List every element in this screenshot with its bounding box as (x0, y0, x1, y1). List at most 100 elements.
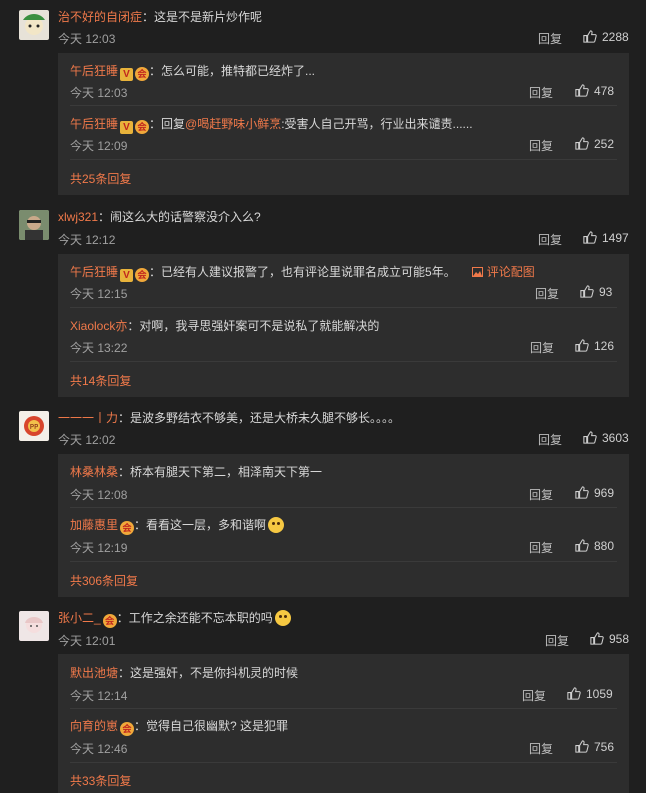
reply-text: 向育的崽会：觉得自己很幽默? 这是犯罪 (70, 719, 289, 736)
more-replies-link[interactable]: 共306条回复 (70, 572, 138, 589)
reply-text: Xiaolock亦：对啊，我寻思强奸案可不是说私了就能解决的 (70, 319, 380, 333)
more-replies-link[interactable]: 共25条回复 (70, 170, 131, 187)
thumbs-up-icon (574, 83, 589, 98)
thumbs-up-icon (574, 136, 589, 151)
member-badge: 会 (135, 120, 150, 134)
reply-button[interactable]: 回复 (529, 137, 553, 154)
svg-text:PP: PP (30, 423, 38, 431)
member-badge: 会 (102, 614, 117, 628)
like-count: 478 (594, 83, 615, 98)
like-count: 126 (594, 338, 615, 353)
like-button[interactable]: 93 (579, 284, 612, 299)
reply-button[interactable]: 回复 (538, 30, 562, 47)
comment-image-link[interactable]: 评论配图 (471, 265, 535, 279)
reply-button[interactable]: 回复 (538, 431, 562, 448)
like-count: 252 (594, 136, 615, 151)
username[interactable]: 午后狂睡 (70, 265, 118, 279)
timestamp: 今天 13:22 (70, 341, 128, 355)
like-count: 969 (594, 485, 615, 500)
member-badge: 会 (135, 67, 150, 81)
reply-button[interactable]: 回复 (538, 231, 562, 248)
thumbs-up-icon (574, 338, 589, 353)
username[interactable]: 午后狂睡 (70, 117, 118, 131)
timestamp: 今天 12:08 (70, 488, 128, 502)
thumbs-up-icon (589, 631, 604, 646)
comment: xlwj321：闹这么大的话警察没介入么? 今天 12:12 回复 1497 午… (0, 200, 646, 402)
username[interactable]: Xiaolock亦 (70, 319, 127, 333)
timestamp: 今天 12:01 (58, 634, 116, 648)
image-icon (471, 267, 483, 277)
like-button[interactable]: 880 (574, 538, 614, 553)
username[interactable]: 加藤惠里 (70, 518, 118, 532)
reply-button[interactable]: 回复 (529, 84, 553, 101)
reply-button[interactable]: 回复 (529, 486, 553, 503)
like-count: 1059 (586, 686, 613, 701)
like-button[interactable]: 958 (589, 631, 629, 646)
divider (70, 361, 617, 362)
member-badge: 会 (120, 722, 135, 736)
username[interactable]: 张小二_ (58, 611, 101, 625)
like-count: 958 (609, 631, 630, 646)
username[interactable]: 默出池塘 (70, 666, 118, 680)
smile-emoji (274, 610, 291, 626)
reply-button[interactable]: 回复 (530, 339, 554, 356)
reply-text: 加藤惠里会：看看这一层，多和谐啊 (70, 516, 285, 535)
reply-button[interactable]: 回复 (535, 285, 559, 302)
timestamp: 今天 12:09 (70, 139, 128, 153)
comment-text: xlwj321：闹这么大的话警察没介入么? (58, 210, 261, 224)
avatar[interactable] (19, 210, 49, 240)
timestamp: 今天 12:19 (70, 541, 128, 555)
comment-text: 一一一丨力：是波多野结衣不够美，还是大桥未久腿不够长。。。。 (58, 411, 401, 425)
reply-text: 午后狂睡 V 会：怎么可能，推特都已经炸了... (70, 64, 316, 81)
like-button[interactable]: 1059 (566, 686, 613, 701)
more-replies-link[interactable]: 共33条回复 (70, 772, 131, 789)
username[interactable]: 午后狂睡 (70, 64, 118, 78)
username[interactable]: 向育的崽 (70, 719, 118, 733)
thumbs-up-icon (582, 230, 597, 245)
reply-button[interactable]: 回复 (522, 687, 546, 704)
avatar[interactable]: PP (19, 411, 49, 441)
like-button[interactable]: 1497 (582, 230, 629, 245)
member-badge: 会 (120, 521, 135, 535)
comment: 张小二_ 会：工作之余还能不忘本职的吗 今天 12:01 回复 958 默出池塘：… (0, 602, 646, 793)
reply-text: 午后狂睡 V 会：回复@喝赶野味小鲜烹:受害人自己开骂，行业出来谴责...... (70, 117, 473, 134)
divider (70, 708, 617, 709)
reply-button[interactable]: 回复 (545, 632, 569, 649)
username[interactable]: 治不好的自闭症 (58, 10, 142, 24)
timestamp: 今天 12:14 (70, 689, 128, 703)
like-count: 880 (594, 538, 615, 553)
comment-text: 治不好的自闭症：这是不是新片炒作呢 (58, 10, 263, 24)
thumbs-up-icon (574, 485, 589, 500)
divider (70, 105, 617, 106)
username[interactable]: 林桑林桑 (70, 465, 118, 479)
username[interactable]: 一一一丨力 (58, 411, 118, 425)
avatar[interactable] (19, 10, 49, 40)
vip-v-badge: V (120, 68, 134, 81)
divider (70, 159, 617, 160)
vip-v-badge: V (120, 269, 134, 282)
like-button[interactable]: 478 (574, 83, 614, 98)
like-button[interactable]: 969 (574, 485, 614, 500)
reply-text: 林桑林桑：桥本有腿天下第二，相泽南天下第一 (70, 465, 323, 479)
divider (70, 762, 617, 763)
thumbs-up-icon (582, 430, 597, 445)
thumbs-up-icon (574, 739, 589, 754)
reply-button[interactable]: 回复 (529, 740, 553, 757)
timestamp: 今天 12:46 (70, 742, 128, 756)
avatar[interactable] (19, 611, 49, 641)
like-button[interactable]: 252 (574, 136, 614, 151)
like-button[interactable]: 2288 (582, 29, 629, 44)
more-replies-link[interactable]: 共14条回复 (70, 372, 131, 389)
like-count: 2288 (602, 29, 629, 44)
like-button[interactable]: 3603 (582, 430, 629, 445)
like-button[interactable]: 126 (574, 338, 614, 353)
username[interactable]: xlwj321 (58, 210, 98, 224)
comment: 治不好的自闭症：这是不是新片炒作呢 今天 12:03 回复 2288 午后狂睡 V… (0, 0, 646, 200)
like-button[interactable]: 756 (574, 739, 614, 754)
reply-button[interactable]: 回复 (529, 539, 553, 556)
reply-list: 午后狂睡 V 会：怎么可能，推特都已经炸了... 今天 12:03 回复 478 午… (58, 53, 629, 195)
divider (70, 507, 617, 508)
reply-text: 默出池塘：这是强奸，不是你抖机灵的时候 (70, 666, 299, 680)
mention-link[interactable]: @喝赶野味小鲜烹 (185, 117, 281, 131)
timestamp: 今天 12:12 (58, 233, 116, 247)
